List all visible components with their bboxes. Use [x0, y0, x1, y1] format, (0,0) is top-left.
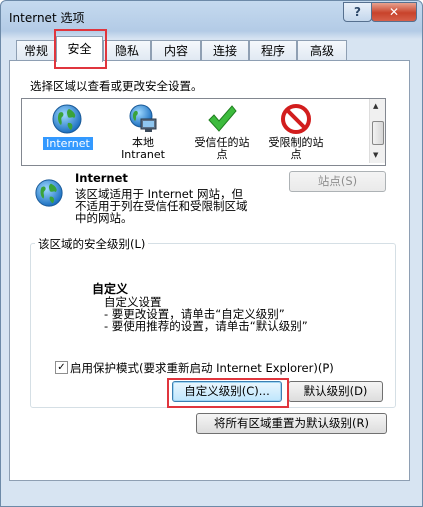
checkmark-icon	[208, 105, 237, 132]
help-button[interactable]: ?	[343, 2, 372, 22]
scroll-up-icon[interactable]: ▲	[373, 102, 378, 110]
prohibited-icon	[281, 104, 311, 134]
tab-programs[interactable]: 程序	[249, 40, 297, 61]
zone-label-trusted-1: 受信任的站	[194, 136, 250, 149]
zone-label-trusted-2: 点	[216, 148, 228, 161]
default-level-button[interactable]: 默认级别(D)	[288, 381, 383, 402]
tab-security[interactable]: 安全	[56, 36, 103, 62]
selected-zone-name: Internet	[75, 171, 128, 185]
zone-list: Internet 本地 Intranet 受信任的站 点 受限制的站 点 ▲ ▼	[21, 98, 386, 166]
close-button[interactable]: ✕	[371, 2, 417, 22]
scroll-down-icon[interactable]: ▼	[373, 151, 378, 159]
reset-all-zones-button[interactable]: 将所有区域重置为默认级别(R)	[196, 413, 387, 434]
tab-privacy[interactable]: 隐私	[103, 40, 151, 61]
tab-connections[interactable]: 连接	[201, 40, 249, 61]
zone-label-internet: Internet	[43, 137, 93, 150]
intranet-icon	[129, 104, 157, 132]
zone-label-intranet-1: 本地	[132, 136, 154, 149]
security-level-line-3: - 要使用推荐的设置，请单击“默认级别”	[104, 319, 308, 333]
zone-label-restricted-2: 点	[290, 148, 302, 161]
selected-zone-desc-3: 中的网站。	[75, 211, 133, 225]
window-title: Internet 选项	[9, 11, 85, 25]
tab-content[interactable]: 内容	[151, 40, 201, 61]
tab-general[interactable]: 常规	[16, 40, 56, 61]
zone-list-scrollbar[interactable]: ▲ ▼	[369, 99, 385, 163]
custom-level-button[interactable]: 自定义级别(C)...	[172, 381, 282, 402]
zone-prompt: 选择区域以查看或更改安全设置。	[30, 79, 203, 93]
selected-zone-globe-icon	[35, 179, 63, 207]
protected-mode-checkbox[interactable]: ✓	[55, 361, 68, 374]
globe-icon	[52, 104, 82, 134]
scroll-thumb[interactable]	[372, 121, 384, 145]
security-level-group-title: 该区域的安全级别(L)	[35, 236, 149, 252]
tab-advanced[interactable]: 高级	[297, 40, 347, 61]
protected-mode-label: 启用保护模式(要求重新启动 Internet Explorer)(P)	[70, 361, 334, 375]
title-bar[interactable]: Internet 选项 ? ✕	[1, 1, 422, 31]
zone-label-intranet-2: Intranet	[121, 148, 165, 161]
zone-label-restricted-1: 受限制的站	[268, 136, 324, 149]
sites-button[interactable]: 站点(S)	[289, 171, 386, 192]
